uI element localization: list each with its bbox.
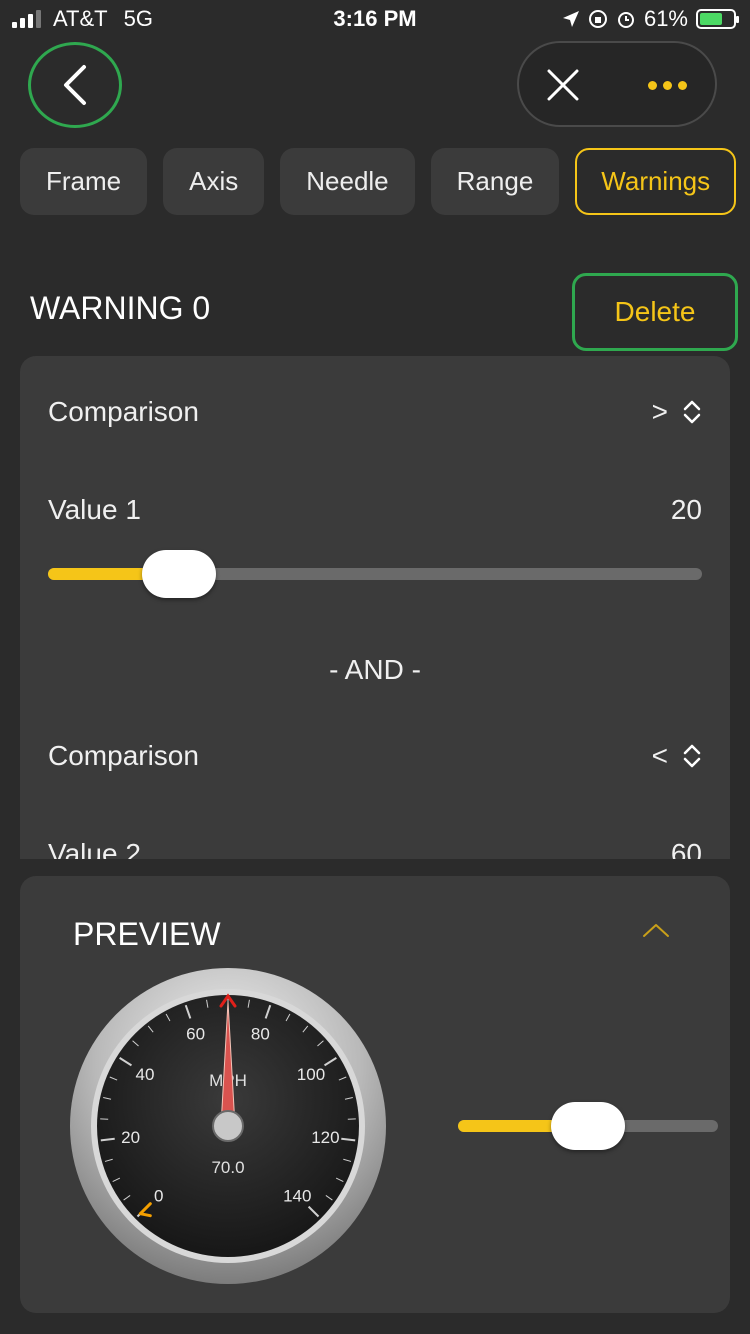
gauge-tick-label: 120 xyxy=(311,1128,339,1147)
gauge-readout: 70.0 xyxy=(211,1158,244,1177)
and-label: - AND - xyxy=(329,654,421,685)
location-icon xyxy=(562,11,579,27)
tab-warnings[interactable]: Warnings xyxy=(575,148,737,215)
chevron-up-icon[interactable] xyxy=(642,922,670,938)
alarm-icon xyxy=(617,12,634,28)
orientation-lock-icon xyxy=(588,10,607,28)
tab-needle[interactable]: Needle xyxy=(280,148,415,215)
more-dots-icon xyxy=(647,80,657,90)
battery-icon xyxy=(696,9,739,29)
close-icon xyxy=(547,69,579,101)
more-button[interactable] xyxy=(637,63,697,107)
preview-value-slider[interactable] xyxy=(458,1102,718,1150)
comparison2-value: < xyxy=(651,740,668,771)
chevron-left-icon xyxy=(64,65,86,105)
comparison1-value: > xyxy=(651,396,668,427)
speedometer-gauge: 020406080100120140 MPH 70.0 xyxy=(70,968,386,1284)
battery-percent: 61% xyxy=(643,6,688,31)
comparison2-label: Comparison xyxy=(48,740,199,771)
mini-program-capsule xyxy=(517,41,717,127)
warning-title: WARNING 0 xyxy=(30,290,211,326)
comparison2-select[interactable]: < xyxy=(652,740,702,772)
status-right: 61% xyxy=(562,6,739,32)
tab-range[interactable]: Range xyxy=(430,148,560,215)
value2-label: Value 2 xyxy=(48,838,141,859)
gauge-tick-label: 40 xyxy=(136,1065,155,1084)
tab-axis[interactable]: Axis xyxy=(163,148,265,215)
preview-title: PREVIEW xyxy=(73,916,221,952)
close-button[interactable] xyxy=(541,63,585,107)
status-bar: AT&T 5G 3:16 PM 61% xyxy=(0,0,750,40)
gauge-tick-label: 100 xyxy=(297,1065,325,1084)
tab-bar: Frame Axis Needle Range Warnings xyxy=(20,148,737,215)
warning-card: Comparison > Value 1 20 - AND - Comparis… xyxy=(20,356,730,859)
value2-value: 60 xyxy=(670,838,702,859)
gauge-tick-label: 60 xyxy=(186,1024,205,1043)
tab-frame[interactable]: Frame xyxy=(20,148,148,215)
delete-button[interactable]: Delete xyxy=(572,273,738,351)
value1-label: Value 1 xyxy=(48,494,141,525)
value1-row: Value 1 20 xyxy=(48,494,702,526)
preview-slider-thumb[interactable] xyxy=(551,1102,625,1150)
value1-slider[interactable] xyxy=(48,550,702,598)
gauge-tick-label: 80 xyxy=(251,1024,270,1043)
up-down-chevron-icon xyxy=(683,400,701,424)
comparison1-row: Comparison > xyxy=(48,396,702,428)
gauge-hub xyxy=(212,1110,244,1142)
gauge-tick-label: 140 xyxy=(283,1186,311,1205)
gauge-tick-label: 20 xyxy=(121,1128,140,1147)
gauge-tick-label: 0 xyxy=(154,1186,163,1205)
comparison2-row: Comparison < xyxy=(48,740,702,772)
comparison1-label: Comparison xyxy=(48,396,199,427)
value1-slider-thumb[interactable] xyxy=(141,550,216,598)
value1-value: 20 xyxy=(670,494,702,525)
comparison1-select[interactable]: > xyxy=(652,396,702,428)
back-button[interactable] xyxy=(28,42,122,128)
value2-row: Value 2 60 xyxy=(48,838,702,859)
preview-panel: PREVIEW 020406080100120140 MPH 70.0 xyxy=(20,876,730,1313)
up-down-chevron-icon xyxy=(683,744,701,768)
